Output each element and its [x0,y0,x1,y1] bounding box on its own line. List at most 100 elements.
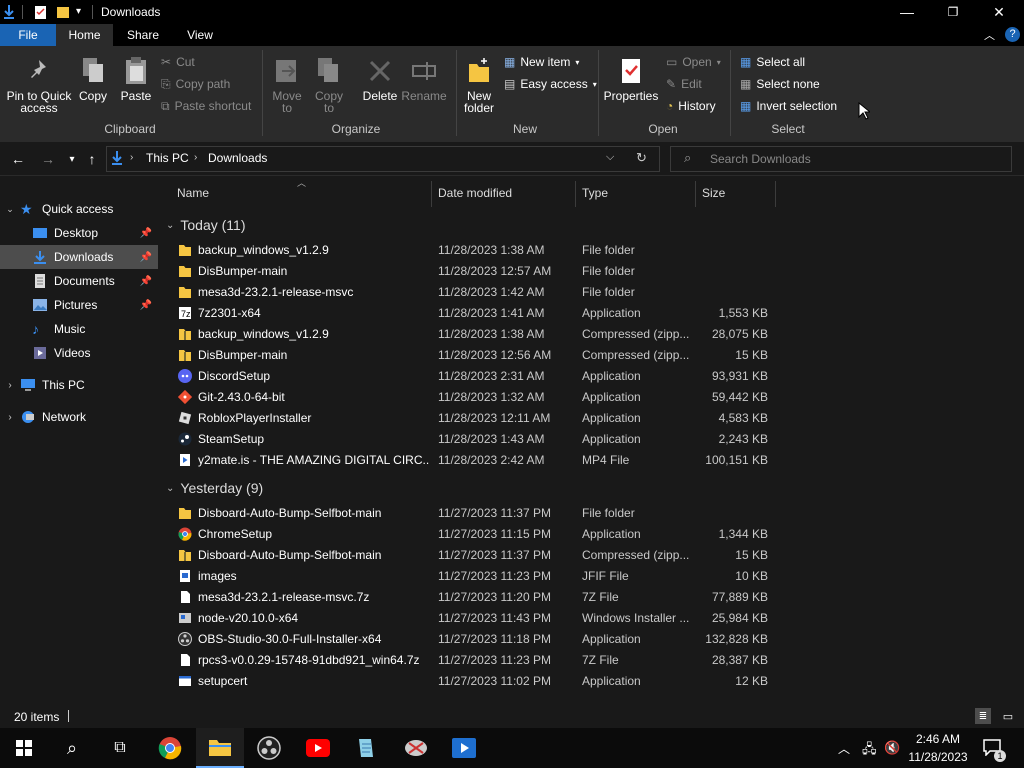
file-row[interactable]: OBS-Studio-30.0-Full-Installer-x64 11/27/… [176,629,776,650]
clock-date[interactable]: 11/28/2023 [906,750,970,764]
collapse-ribbon-icon[interactable]: ︿ [984,27,995,43]
forward-button[interactable]: → [38,150,58,168]
copy-button[interactable]: Copy [76,50,110,102]
taskbar-file-explorer[interactable] [196,728,244,768]
taskbar-media-player[interactable] [440,728,488,768]
open-button[interactable]: ▭ Open ▾ [666,52,721,72]
cut-button[interactable]: ✂ Cut [161,52,195,72]
file-size: 77,889 KB [711,590,768,604]
address-dropdown-icon[interactable]: ⌵ [606,151,614,164]
file-row[interactable]: DisBumper-main 11/28/2023 12:56 AM Compres… [176,345,776,366]
file-row[interactable]: mesa3d-23.2.1-release-msvc.7z 11/27/2023 … [176,587,776,608]
music-note-icon: ♪ [32,321,39,337]
nav-quick-access[interactable]: ⌄ ★ Quick access [0,197,158,221]
edit-button[interactable]: ✎ Edit [666,74,702,94]
delete-button[interactable]: Delete [358,50,402,102]
tab-home[interactable]: Home [56,24,113,46]
search-taskbar-button[interactable]: ⌕ [48,728,96,768]
taskbar-youtube[interactable] [294,728,342,768]
new-folder-quick-icon[interactable] [56,4,70,20]
up-button[interactable]: ↑ [82,150,102,168]
group-header[interactable]: ⌄ Today (11) [166,217,246,233]
volume-muted-icon[interactable]: 🔇 [884,740,900,756]
select-none-button[interactable]: ▦ Select none [740,74,820,94]
pin-to-quick-access-button[interactable]: Pin to Quick access [4,50,74,114]
invert-selection-button[interactable]: ▦ Invert selection [740,96,837,116]
breadcrumb-downloads[interactable]: Downloads [208,151,267,165]
file-row[interactable]: mesa3d-23.2.1-release-msvc 11/28/2023 1:4… [176,282,776,303]
file-row[interactable]: backup_windows_v1.2.9 11/28/2023 1:38 AM C… [176,324,776,345]
file-row[interactable]: RobloxPlayerInstaller 11/28/2023 12:11 AM… [176,408,776,429]
paste-button[interactable]: Paste [118,50,154,102]
taskbar-snipping-tool[interactable] [392,728,440,768]
new-item-button[interactable]: ▦ New item ▾ [504,52,579,72]
file-row[interactable]: SteamSetup 11/28/2023 1:43 AM Application 2… [176,429,776,450]
nav-network[interactable]: › Network [0,405,158,429]
column-divider[interactable] [695,181,696,207]
paste-shortcut-button[interactable]: ⧉ Paste shortcut [161,96,251,116]
nav-desktop[interactable]: Desktop 📌 [0,221,158,245]
file-type: File folder [582,285,635,299]
file-row[interactable]: setupcert 11/27/2023 11:02 PM Application 1… [176,671,776,692]
address-bar[interactable] [106,146,660,172]
column-divider[interactable] [775,181,776,207]
copy-path-button[interactable]: ⎘ Copy path [161,74,230,94]
nav-downloads[interactable]: Downloads 📌 [0,245,158,269]
properties-button[interactable]: Properties [602,50,660,102]
taskbar-obs[interactable] [245,728,293,768]
large-icons-view-button[interactable]: ▭ [1000,708,1016,724]
breadcrumb-this-pc[interactable]: This PC [146,151,189,165]
history-button[interactable]: ◔ History [666,96,716,116]
move-to-button[interactable]: Move to [268,50,306,114]
clock-time[interactable]: 2:46 AM [910,732,966,746]
column-header-size[interactable]: Size [702,186,725,202]
file-row[interactable]: DisBumper-main 11/28/2023 12:57 AM File fo… [176,261,776,282]
taskbar-chrome[interactable] [146,728,194,768]
nav-documents[interactable]: Documents 📌 [0,269,158,293]
column-header-date[interactable]: Date modified [438,186,512,202]
minimize-button[interactable]: — [884,0,930,24]
start-button[interactable] [0,728,48,768]
file-row[interactable]: node-v20.10.0-x64 11/27/2023 11:43 PM Wind… [176,608,776,629]
rename-button[interactable]: Rename [400,50,448,102]
tab-view[interactable]: View [173,24,227,46]
file-row[interactable]: rpcs3-v0.0.29-15748-91dbd921_win64.7z 11/… [176,650,776,671]
close-button[interactable]: ✕ [976,0,1022,24]
details-view-button[interactable]: ≣ [975,708,991,724]
file-row[interactable]: ChromeSetup 11/27/2023 11:15 PM Applicatio… [176,524,776,545]
column-header-type[interactable]: Type [582,186,608,202]
help-icon[interactable]: ? [1005,27,1020,42]
network-status-icon[interactable]: 🖧 [862,740,877,762]
file-row[interactable]: Git-2.43.0-64-bit 11/28/2023 1:32 AM Appli… [176,387,776,408]
column-divider[interactable] [431,181,432,207]
file-row[interactable]: DiscordSetup 11/28/2023 2:31 AM Applicatio… [176,366,776,387]
file-row[interactable]: 7z 7z2301-x64 11/28/2023 1:41 AM Applicatio… [176,303,776,324]
nav-this-pc[interactable]: › This PC [0,373,158,397]
file-row[interactable]: images 11/27/2023 11:23 PM JFIF File 10 KB [176,566,776,587]
nav-music[interactable]: ♪ Music [0,317,158,341]
column-header-name[interactable]: Name [177,186,209,202]
copy-to-button[interactable]: Copy to [310,50,348,114]
file-row[interactable]: Disboard-Auto-Bump-Selfbot-main 11/27/202… [176,503,776,524]
tab-share[interactable]: Share [113,24,173,46]
customize-quick-access-icon[interactable]: ▾ [76,6,81,17]
refresh-icon[interactable]: ↻ [636,150,647,166]
file-row[interactable]: backup_windows_v1.2.9 11/28/2023 1:38 AM F… [176,240,776,261]
file-row[interactable]: Disboard-Auto-Bump-Selfbot-main 11/27/202… [176,545,776,566]
easy-access-button[interactable]: ▤ Easy access ▾ [504,74,597,94]
properties-quick-icon[interactable] [34,4,48,20]
recent-locations-button[interactable]: ▾ [62,150,82,168]
maximize-button[interactable]: ❐ [930,0,976,24]
show-hidden-icons[interactable]: ︿ [838,740,850,757]
nav-pictures[interactable]: Pictures 📌 [0,293,158,317]
select-all-button[interactable]: ▦ Select all [740,52,805,72]
tab-file[interactable]: File [0,24,56,46]
nav-videos[interactable]: Videos [0,341,158,365]
column-divider[interactable] [575,181,576,207]
back-button[interactable]: ← [8,150,28,168]
taskbar-notepad[interactable] [342,728,390,768]
task-view-button[interactable]: ⧉ [96,728,144,768]
group-header[interactable]: ⌄ Yesterday (9) [166,480,263,496]
new-folder-button[interactable]: New folder [460,50,498,114]
file-row[interactable]: y2mate.is - THE AMAZING DIGITAL CIRC... 1… [176,450,776,471]
